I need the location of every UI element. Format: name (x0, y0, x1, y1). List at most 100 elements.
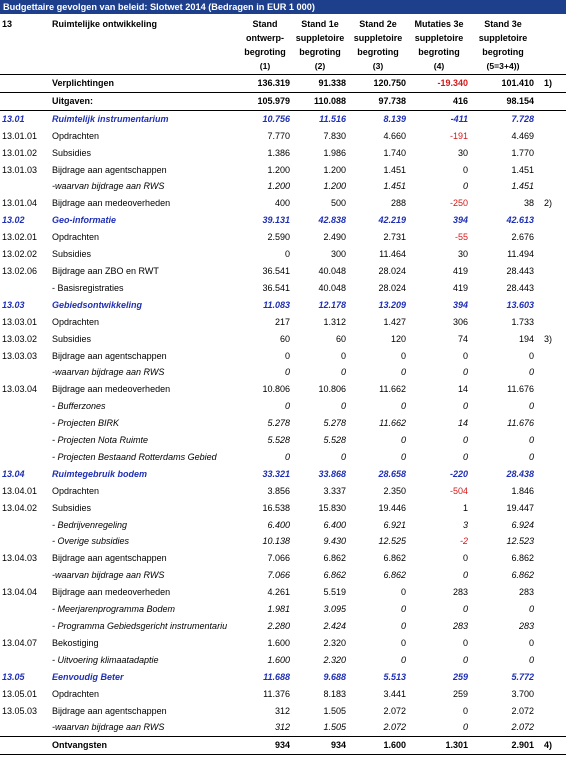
cell-value: 259 (452, 688, 468, 699)
cell-value: 6.862 (383, 570, 406, 581)
cell-value: 12.525 (378, 536, 406, 547)
cell-value: 0 (340, 451, 346, 462)
cell-value: 38 (523, 198, 534, 209)
row-code: 13.03.02 (2, 333, 38, 344)
cell-value: 1.451 (511, 181, 534, 192)
cell-value: 0 (340, 367, 346, 378)
row-code (0, 398, 50, 415)
footnote-ref (536, 719, 566, 736)
cell-value: 105.979 (238, 91, 292, 111)
table-row: 13.04.02 Subsidies 16.538 15.830 19.446 1 19.4… (0, 500, 566, 517)
table-row: - Uitvoering klimaatadaptie 1.600 2.320 0 0 0 (0, 652, 566, 669)
col2-number: (2) (292, 59, 348, 75)
cell-value: 2.424 (323, 621, 346, 631)
cell-value: 1.200 (323, 164, 346, 175)
cell-value: -2 (459, 536, 468, 547)
row-label: -waarvan bijdrage aan RWS (52, 570, 165, 581)
footnote-ref (536, 212, 566, 229)
cell-value: 28.024 (378, 265, 406, 276)
footnote-ref (536, 178, 566, 195)
cell-value: 11.688 (263, 671, 290, 682)
col4-header: begroting (418, 47, 460, 57)
footnote-ref (536, 162, 566, 179)
cell-value: 42.613 (506, 215, 534, 226)
row-label: - Basisregistraties (52, 282, 124, 293)
row-label: Bijdrage aan medeoverheden (52, 384, 171, 395)
row-code: 13.01.02 (2, 147, 38, 158)
footnote-ref (536, 550, 566, 567)
cell-value: 1.600 (348, 736, 408, 756)
cell-value: 39.131 (262, 215, 290, 226)
cell-value: 10.756 (262, 113, 290, 124)
col3-header: begroting (357, 47, 399, 57)
col3-number: (3) (348, 59, 408, 75)
row-code: 13.04.02 (2, 502, 38, 513)
cell-value: 11.494 (507, 249, 534, 260)
table-row: 13.01.04 Bijdrage aan medeoverheden 400 500… (0, 195, 566, 212)
chapter-number: 13 (2, 19, 13, 29)
cell-value: -220 (449, 468, 468, 479)
cell-value: 500 (330, 198, 346, 209)
row-code (0, 91, 50, 111)
footnote-ref (536, 449, 566, 466)
row-code (0, 736, 50, 756)
footnote-ref (536, 381, 566, 398)
table-row: -waarvan bijdrage aan RWS 312 1.505 2.072 0 2… (0, 719, 566, 736)
cell-value: 13.209 (378, 299, 406, 310)
cell-value: 283 (452, 621, 468, 631)
cell-value: 16.538 (262, 502, 290, 513)
footnote-ref (536, 517, 566, 534)
cell-value: 0 (462, 367, 468, 378)
row-label: Subsidies (52, 333, 92, 344)
footnote-ref (536, 567, 566, 584)
row-code: 13.01.03 (2, 164, 38, 175)
footnote-ref (536, 669, 566, 686)
cell-value: 0 (340, 401, 346, 412)
row-label: Bijdrage aan medeoverheden (52, 198, 171, 209)
row-label: - Programma Gebiedsgericht instrumentari… (52, 621, 228, 631)
row-label: Uitgaven: (50, 91, 238, 111)
cell-value: 15.830 (318, 502, 346, 513)
table-row: 13.01.03 Bijdrage aan agentschappen 1.200 1… (0, 162, 566, 179)
cell-value: 1.200 (267, 164, 290, 175)
cell-value: 110.088 (292, 91, 348, 111)
row-code: 13.04.01 (2, 485, 38, 496)
col1-header: begroting (244, 47, 286, 57)
cell-value: 288 (390, 198, 406, 209)
cell-value: 0 (462, 181, 468, 192)
cell-value: 1.600 (267, 654, 290, 665)
footnote-ref (536, 348, 566, 365)
row-label: Ruimtegebruik bodem (52, 468, 148, 479)
cell-value: 0 (340, 350, 346, 361)
cell-value: 0 (528, 367, 534, 378)
table-row: 13.01 Ruimtelijk instrumentarium 10.756 11.… (0, 110, 566, 127)
cell-value: -250 (449, 198, 468, 209)
cell-value: 42.219 (378, 215, 406, 226)
footnote-ref (536, 584, 566, 601)
cell-value: 934 (238, 736, 292, 756)
cell-value: 6.862 (511, 570, 534, 581)
cell-value: -411 (450, 113, 468, 124)
cell-value: 12.178 (318, 299, 346, 310)
cell-value: 6.400 (323, 519, 346, 530)
table-row: -waarvan bijdrage aan RWS 1.200 1.200 1.451… (0, 178, 566, 195)
cell-value: 4.660 (383, 130, 406, 141)
table-body: Verplichtingen 136.319 91.338 120.750 -19.34… (0, 74, 566, 756)
cell-value: 0 (400, 587, 406, 598)
row-code: 13.01.04 (2, 198, 38, 209)
cell-value: 394 (452, 299, 468, 310)
footnote-ref: 3) (544, 333, 553, 344)
cell-value: 2.901 (470, 736, 536, 756)
cell-value: 1.981 (267, 604, 290, 615)
cell-value: 0 (400, 654, 406, 665)
cell-value: 2.490 (323, 232, 346, 243)
footnote-ref (536, 246, 566, 263)
cell-value: 6.862 (323, 570, 346, 581)
cell-value: 7.770 (267, 130, 290, 141)
col5-number: (5=3+4)) (470, 59, 536, 75)
table-row: 13.04.07 Bekostiging 1.600 2.320 0 0 0 (0, 635, 566, 652)
row-code: 13.05 (2, 671, 25, 682)
row-label: Geo-informatie (52, 215, 117, 226)
cell-value: 11.676 (507, 384, 534, 395)
cell-value: 0 (462, 350, 468, 361)
